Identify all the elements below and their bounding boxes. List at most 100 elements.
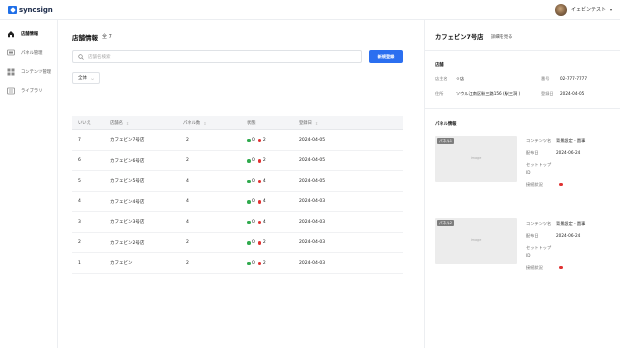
row-store-name: カフェビン7号店 (110, 138, 145, 144)
panel-thumbnail[interactable]: パネル1 image (435, 136, 517, 182)
online-status-dot (247, 241, 251, 245)
column-header-status: 状態 (247, 121, 256, 126)
row-number: 4 (78, 199, 81, 205)
online-status-dot (247, 261, 251, 265)
table-row[interactable]: 6 カフェビン6号店 2 0 2 2024-04-05 (72, 151, 403, 172)
offline-status-dot (257, 241, 262, 245)
logo-mark-icon (8, 5, 17, 14)
status-indicators: 04 (247, 199, 269, 204)
offline-status-dot (257, 138, 262, 142)
library-icon (7, 87, 15, 95)
row-registered-date: 2024-04-05 (299, 137, 326, 143)
sidebar-item-label: パネル管理 (21, 51, 43, 56)
offline-status-dot (257, 159, 262, 163)
row-number: 6 (78, 158, 81, 164)
row-panel-count: 4 (186, 178, 189, 184)
column-header-date[interactable]: 登録日 ⇕ (299, 116, 318, 130)
sidebar-item-label: 店舗情報 (21, 32, 39, 37)
avatar (554, 3, 567, 16)
row-registered-date: 2024-04-03 (299, 199, 326, 205)
phone-value: 02-777-7777 (560, 76, 587, 81)
settop-id-label: ID (526, 170, 531, 175)
column-header-name[interactable]: 店舗名 ⇕ (110, 116, 129, 130)
online-status-dot (247, 159, 251, 163)
sidebar-item-stores[interactable]: 店舗情報 (0, 28, 58, 40)
sidebar-item-panels[interactable]: パネル管理 (0, 47, 58, 59)
offline-status-dot (257, 179, 262, 183)
store-section-title: 店舗 (435, 63, 444, 68)
row-store-name: カフェビン5号店 (110, 179, 145, 185)
content-label: コンテンツ名 (526, 221, 552, 226)
row-panel-count: 2 (186, 240, 189, 246)
top-bar: syncsign イェビンテスト ▾ (0, 0, 620, 20)
row-registered-date: 2024-04-05 (299, 158, 326, 164)
settop-label: セットトップ (526, 245, 552, 250)
connection-label: 接続状況 (526, 182, 543, 187)
online-status-dot (247, 200, 251, 204)
settop-id-label: ID (526, 253, 531, 258)
table-row[interactable]: 1 カフェビン 2 0 2 2024-04-03 (72, 253, 403, 274)
row-registered-date: 2024-04-03 (299, 260, 326, 266)
online-count: 0 (252, 178, 255, 184)
row-panel-count: 4 (186, 219, 189, 225)
panel-thumbnail[interactable]: パネル2 image (435, 218, 517, 264)
content-value: 背景設定 - 園事 (556, 221, 586, 226)
online-count: 0 (252, 240, 255, 246)
divider (425, 108, 620, 109)
store-table: いいえ 店舗名 ⇕ パネル数 ⇕ 状態 登録日 ⇕ 7 カフェビン7号店 2 0 2 2024-… (72, 116, 403, 274)
online-count: 0 (252, 158, 255, 164)
sort-icon: ⇕ (203, 120, 207, 126)
connection-status-indicator (559, 182, 563, 186)
search-input[interactable]: 店舗名検索 (72, 50, 362, 63)
table-row[interactable]: 3 カフェビン3号店 4 0 4 2024-04-03 (72, 212, 403, 233)
row-registered-date: 2024-04-05 (299, 178, 326, 184)
row-store-name: カフェビン6号店 (110, 158, 145, 164)
table-row[interactable]: 2 カフェビン2号店 2 0 2 2024-04-03 (72, 233, 403, 254)
online-count: 0 (252, 260, 255, 266)
online-count: 0 (252, 219, 255, 225)
chevron-down-icon: ▾ (609, 7, 612, 12)
page-title: 店舗情報 (72, 34, 98, 42)
column-header-panels[interactable]: パネル数 ⇕ (183, 116, 207, 130)
user-menu[interactable]: イェビンテスト ▾ (554, 3, 612, 16)
new-registration-button[interactable]: 新規登録 (369, 50, 403, 63)
table-row[interactable]: 4 カフェビン4号店 4 0 4 2024-04-03 (72, 192, 403, 212)
filter-select[interactable]: 全体 ⌵ (72, 72, 100, 84)
offline-status-dot (257, 220, 262, 224)
search-placeholder: 店舗名検索 (88, 54, 111, 60)
home-icon (7, 30, 15, 38)
table-row[interactable]: 7 カフェビン7号店 2 0 2 2024-04-05 (72, 130, 403, 151)
detail-title: カフェビン7号店 (435, 34, 484, 41)
owner-label: 店主名 (435, 76, 448, 81)
store-count: 全 7 (102, 34, 112, 40)
sidebar-item-contents[interactable]: コンテンツ管理 (0, 66, 58, 78)
row-status: 02 (247, 151, 269, 172)
row-status: 04 (247, 171, 269, 192)
filter-value: 全体 (78, 76, 87, 81)
status-indicators: 02 (247, 158, 269, 163)
distribution-value: 2024-06-24 (556, 233, 581, 238)
status-indicators: 04 (247, 220, 269, 225)
sort-icon: ⇕ (125, 120, 130, 126)
logo[interactable]: syncsign (8, 5, 53, 14)
status-indicators: 02 (247, 240, 269, 245)
main-content: 店舗情報 全 7 店舗名検索 新規登録 全体 ⌵ いいえ 店舗名 ⇕ パネル数 ⇕ … (58, 20, 424, 348)
registered-label: 登録日 (541, 91, 554, 96)
offline-count: 4 (262, 219, 266, 225)
content-label: コンテンツ名 (526, 138, 552, 143)
grid-icon (7, 68, 15, 76)
online-count: 0 (252, 199, 255, 205)
sidebar-item-library[interactable]: ライブラリ (0, 85, 58, 97)
row-status: 04 (247, 212, 269, 233)
table-header: いいえ 店舗名 ⇕ パネル数 ⇕ 状態 登録日 ⇕ (72, 116, 403, 130)
connection-label: 接続状況 (526, 265, 543, 270)
sort-icon: ⇕ (314, 120, 319, 126)
user-name: イェビンテスト (570, 7, 606, 13)
sidebar-item-label: ライブラリ (21, 89, 43, 94)
row-status: 02 (247, 233, 269, 254)
row-panel-count: 2 (186, 137, 189, 143)
search-icon (78, 53, 84, 60)
table-row[interactable]: 5 カフェビン5号店 4 0 4 2024-04-05 (72, 171, 403, 192)
status-indicators: 04 (247, 179, 269, 184)
view-details-link[interactable]: 詳細を見る (491, 34, 512, 40)
